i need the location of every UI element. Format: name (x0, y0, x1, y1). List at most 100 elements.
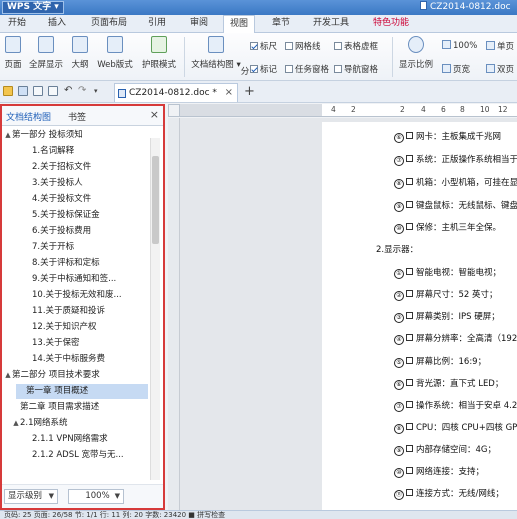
tree-item[interactable]: 2.1.1 VPN网络需求 (2, 432, 142, 447)
gridlines-checkbox[interactable]: 网格线 (285, 40, 321, 52)
menu-chapter[interactable]: 章节 (266, 15, 296, 32)
ribbon-view: 页面 全屏显示 大纲 Web版式 护眼模式 文档结构图 ▾ 分 标尺 网格线 表… (0, 33, 517, 81)
table-gridlines-checkbox[interactable]: 表格虚框 (334, 40, 378, 52)
split-button[interactable]: 分 (240, 65, 250, 77)
checkbox-box (285, 65, 293, 73)
tree-item[interactable]: 2.关于招标文件 (2, 160, 142, 175)
ruler-checkbox[interactable]: 标尺 (250, 40, 277, 52)
document-page[interactable]: ⑥ 网卡：主板集成千兆网 ⑦ 系统：正版操作系统相当于 ⑧ 机箱：小型机箱，可挂在显 ⑨ 键盘… (322, 122, 517, 519)
tab-bookmarks[interactable]: 书签 (68, 110, 86, 123)
task-pane-checkbox[interactable]: 任务窗格 (285, 63, 329, 75)
zoom-label: 显示比例 (398, 60, 433, 70)
save-icon[interactable] (18, 86, 28, 96)
document-line-text: 保修：主机三年全保。 (416, 223, 502, 233)
tree-item[interactable]: 14.关于中标服务费 (2, 352, 142, 367)
menu-view[interactable]: 视图 (223, 15, 255, 33)
document-line: ⑦ 操作系统：相当于安卓 4.2 (394, 399, 517, 412)
eye-protection-button[interactable]: 护眼模式 (138, 36, 180, 70)
web-layout-button[interactable]: Web版式 (94, 36, 136, 70)
tree-item-label: 7.关于开标 (32, 242, 75, 252)
collapse-toggle-icon[interactable]: ▲ (4, 128, 12, 143)
document-line: ⑨ 键盘鼠标：无线鼠标、键盘 (394, 199, 517, 212)
fullscreen-button[interactable]: 全屏显示 (26, 36, 66, 70)
open-folder-icon[interactable] (3, 86, 13, 96)
panel-zoom-select[interactable]: 100% ▼ (68, 489, 124, 504)
document-line: ① 智能电视：智能电视； (394, 266, 501, 279)
ruler-number: 2 (400, 105, 405, 114)
tree-item[interactable]: ▲第二部分 项目技术要求 (2, 368, 142, 383)
tree-item[interactable]: 8.关于评标和定标 (2, 256, 142, 271)
tree-item-label: 14.关于中标服务费 (32, 354, 106, 364)
tab-doc-map[interactable]: 文档结构图 (6, 110, 51, 123)
tree-item-label: 9.关于中标通知和签... (32, 274, 117, 284)
collapse-toggle-icon[interactable]: ▲ (4, 368, 12, 383)
doc-map-button[interactable]: 文档结构图 ▾ (188, 36, 244, 70)
document-line-text: 屏幕比例：16:9； (416, 357, 487, 367)
page-view-button[interactable]: 页面 (2, 36, 24, 70)
zoom-100-icon (442, 40, 451, 49)
quick-access-toolbar: ↶ ↷ ▾ CZ2014-0812.doc * × + (0, 81, 517, 103)
menu-home[interactable]: 开始 (2, 15, 32, 32)
document-line: ③ 屏幕类别：IPS 硬屏； (394, 310, 500, 323)
page-width-button[interactable]: 页宽 (442, 63, 470, 75)
print-icon[interactable] (33, 86, 43, 96)
page-width-icon (442, 64, 451, 73)
redo-icon[interactable]: ↷ (78, 86, 88, 96)
collapse-toggle-icon[interactable]: ▲ (12, 416, 20, 431)
outline-button[interactable]: 大纲 (68, 36, 92, 70)
tree-item[interactable]: 2.1.2 ADSL 宽带与无... (2, 448, 142, 463)
tree-item[interactable]: 7.关于开标 (2, 240, 142, 255)
print-preview-icon[interactable] (48, 86, 58, 96)
menu-references[interactable]: 引用 (142, 15, 172, 32)
status-text: 页码: 25 页面: 26/58 节: 1/1 行: 11 列: 20 字数: … (4, 511, 226, 519)
menu-review[interactable]: 审阅 (184, 15, 214, 32)
tree-item[interactable]: 1.名词解释 (2, 144, 142, 159)
outline-label: 大纲 (71, 60, 89, 70)
tree-item[interactable]: 3.关于投标人 (2, 176, 142, 191)
zoom-button[interactable]: 显示比例 (396, 36, 436, 70)
scrollbar[interactable] (150, 138, 160, 480)
menu-developer[interactable]: 开发工具 (306, 15, 356, 32)
double-page-button[interactable]: 双页 (486, 63, 514, 75)
menu-page-layout[interactable]: 页面布局 (84, 15, 134, 32)
markup-checkbox[interactable]: 标记 (250, 63, 277, 75)
menu-special-features[interactable]: 特色功能 (368, 15, 414, 32)
tree-item[interactable]: 5.关于投标保证金 (2, 208, 142, 223)
undo-icon[interactable]: ↶ (64, 86, 74, 96)
checkbox-square-icon (406, 312, 413, 319)
scrollbar-thumb[interactable] (152, 156, 159, 244)
new-tab-button[interactable]: + (244, 83, 255, 100)
level-select[interactable]: 显示级别 ▼ (4, 489, 58, 504)
document-line-text: 系统：正版操作系统相当于 (416, 155, 517, 165)
single-page-button[interactable]: 单页 (486, 40, 514, 52)
document-line: ⑩ 保修：主机三年全保。 (394, 221, 501, 234)
tree-item-label: 第二部分 项目技术要求 (12, 370, 100, 380)
tree-item[interactable]: 11.关于质疑和投诉 (2, 304, 142, 319)
tree-item[interactable]: 6.关于投标费用 (2, 224, 142, 239)
title-bar: WPS 文字 ▾ CZ2014-0812.doc * (0, 0, 517, 25)
zoom-100-button[interactable]: 100% (442, 40, 477, 51)
tree-item[interactable]: 12.关于知识产权 (2, 320, 142, 335)
document-tab[interactable]: CZ2014-0812.doc * × (114, 83, 238, 102)
tree-item[interactable]: 4.关于投标文件 (2, 192, 142, 207)
tree-item[interactable]: ▲第一部分 投标须知 (2, 128, 142, 143)
tree-item-label: 13.关于保密 (32, 338, 80, 348)
close-icon[interactable]: × (150, 108, 159, 121)
ruler-corner[interactable] (168, 104, 180, 117)
nav-pane-checkbox[interactable]: 导航窗格 (334, 63, 378, 75)
qat-more-icon[interactable]: ▾ (94, 86, 104, 96)
tree-item[interactable]: ▲2.1网络系统 (2, 416, 142, 431)
tree-item-label: 2.1.2 ADSL 宽带与无... (32, 450, 124, 460)
vertical-ruler[interactable] (168, 118, 180, 510)
tree-item[interactable]: 第二章 项目需求描述 (2, 400, 142, 415)
tree-item[interactable]: 第一章 项目概述 (16, 384, 148, 399)
word-doc-icon (118, 89, 126, 98)
tree-item[interactable]: 9.关于中标通知和签... (2, 272, 142, 287)
gridlines-label: 网格线 (295, 42, 321, 52)
app-menu-button[interactable]: WPS 文字 ▾ (2, 1, 64, 14)
close-tab-icon[interactable]: × (225, 84, 233, 102)
menu-insert[interactable]: 插入 (42, 15, 72, 32)
tree-item[interactable]: 13.关于保密 (2, 336, 142, 351)
ruler-number: 12 (498, 105, 508, 114)
tree-item[interactable]: 10.关于投标无效和废... (2, 288, 142, 303)
